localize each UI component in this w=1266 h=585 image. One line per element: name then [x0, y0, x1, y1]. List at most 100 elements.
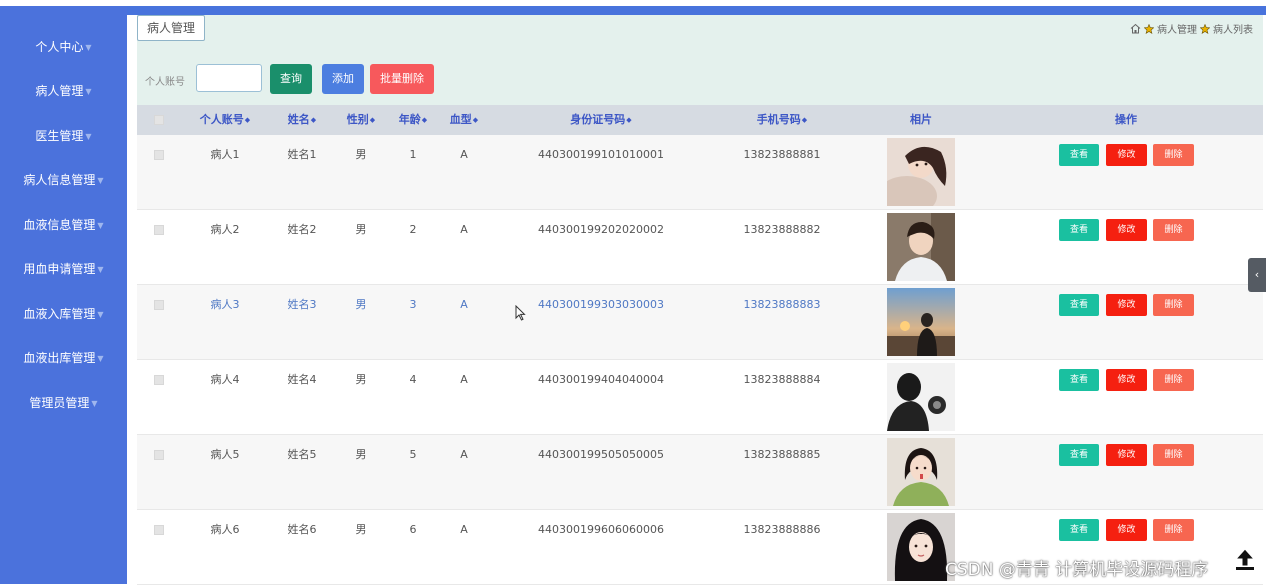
- photo-girl-lying[interactable]: [887, 138, 955, 206]
- sidebar-item-blood-info[interactable]: 血液信息管理 ▼: [0, 215, 127, 235]
- cell-name: 姓名3: [287, 298, 317, 311]
- cell-blood: A: [460, 373, 468, 386]
- sidebar-item-label: 个人中心: [35, 40, 84, 54]
- view-button[interactable]: 查看: [1059, 519, 1099, 541]
- column-header-gender[interactable]: 性别◆: [341, 105, 381, 135]
- cell-age: 2: [409, 223, 417, 236]
- column-header-actions: 操作: [1115, 113, 1137, 126]
- cell-account: 病人4: [210, 373, 240, 386]
- sort-icon: ◆: [472, 116, 479, 124]
- watermark: CSDN @青青 计算机毕设源码程序: [945, 560, 1209, 580]
- sidebar-item-label: 管理员管理: [29, 396, 90, 410]
- column-header-phone[interactable]: 手机号码◆: [737, 105, 827, 135]
- delete-button[interactable]: 删除: [1153, 219, 1194, 241]
- row-checkbox[interactable]: [154, 375, 164, 385]
- sidebar-item-blood-out[interactable]: 血液出库管理 ▼: [0, 348, 127, 368]
- caret-down-icon: ▼: [85, 132, 92, 141]
- row-checkbox[interactable]: [154, 150, 164, 160]
- cell-name: 姓名6: [287, 523, 317, 536]
- column-header-age[interactable]: 年龄◆: [393, 105, 433, 135]
- sidebar-item-patient-info[interactable]: 病人信息管理 ▼: [0, 170, 127, 190]
- sort-icon: ◆: [801, 116, 808, 124]
- edit-button[interactable]: 修改: [1106, 369, 1147, 391]
- cell-id-card: 440300199101010001: [538, 148, 664, 161]
- sidebar-item-admins[interactable]: 管理员管理 ▼: [0, 393, 127, 413]
- cell-account: 病人5: [210, 448, 240, 461]
- cell-phone: 13823888886: [743, 523, 821, 536]
- photo-sunset-figure[interactable]: [887, 288, 955, 356]
- cell-blood: A: [460, 298, 468, 311]
- breadcrumb-item[interactable]: 病人管理: [1157, 21, 1197, 36]
- home-icon[interactable]: [1130, 23, 1141, 34]
- add-button[interactable]: 添加: [322, 64, 364, 94]
- view-button[interactable]: 查看: [1059, 144, 1099, 166]
- delete-button[interactable]: 删除: [1153, 444, 1194, 466]
- table-row[interactable]: 病人4 姓名4 男 4 A 440300199404040004 1382388…: [137, 360, 1263, 435]
- sidebar-item-label: 血液出库管理: [23, 351, 96, 365]
- column-header-name[interactable]: 姓名◆: [282, 105, 322, 135]
- sidebar-item-patients[interactable]: 病人管理 ▼: [0, 81, 127, 101]
- caret-down-icon: ▼: [85, 43, 92, 52]
- select-all-checkbox[interactable]: [154, 115, 164, 125]
- table-row[interactable]: 病人3 姓名3 男 3 A 440300199303030003 1382388…: [137, 285, 1263, 360]
- sidebar-item-label: 血液入库管理: [23, 307, 96, 321]
- delete-button[interactable]: 删除: [1153, 519, 1194, 541]
- sidebar-item-blood-in[interactable]: 血液入库管理 ▼: [0, 304, 127, 324]
- view-button[interactable]: 查看: [1059, 219, 1099, 241]
- table-row[interactable]: 病人1 姓名1 男 1 A 440300199101010001 1382388…: [137, 135, 1263, 210]
- cell-blood: A: [460, 148, 468, 161]
- cell-id-card: 440300199505050005: [538, 448, 664, 461]
- cell-age: 1: [409, 148, 417, 161]
- star-icon: [1200, 23, 1210, 34]
- cell-gender: 男: [355, 148, 367, 161]
- table-row[interactable]: 病人2 姓名2 男 2 A 440300199202020002 1382388…: [137, 210, 1263, 285]
- cell-phone: 13823888884: [743, 373, 821, 386]
- row-checkbox[interactable]: [154, 525, 164, 535]
- edit-button[interactable]: 修改: [1106, 294, 1147, 316]
- collapse-panel-tab[interactable]: ‹: [1248, 258, 1266, 292]
- photo-girl-green-sweater[interactable]: [887, 438, 955, 506]
- delete-button[interactable]: 删除: [1153, 144, 1194, 166]
- edit-button[interactable]: 修改: [1106, 519, 1147, 541]
- sidebar-item-label: 血液信息管理: [23, 218, 96, 232]
- search-label: 个人账号: [145, 77, 185, 88]
- cell-phone: 13823888885: [743, 448, 821, 461]
- photo-boy-white-jacket[interactable]: [887, 213, 955, 281]
- edit-button[interactable]: 修改: [1106, 219, 1147, 241]
- edit-button[interactable]: 修改: [1106, 144, 1147, 166]
- table-row[interactable]: 病人5 姓名5 男 5 A 440300199505050005 1382388…: [137, 435, 1263, 510]
- delete-button[interactable]: 删除: [1153, 369, 1194, 391]
- sidebar-item-profile[interactable]: 个人中心 ▼: [0, 37, 127, 57]
- sidebar-item-blood-request[interactable]: 用血申请管理 ▼: [0, 259, 127, 279]
- view-button[interactable]: 查看: [1059, 294, 1099, 316]
- cell-id-card: 440300199303030003: [538, 298, 664, 311]
- page-header: 病人管理 病人管理 病人列表 个人账号 查询 添加 批量删除: [137, 15, 1263, 105]
- column-header-id-card[interactable]: 身份证号码◆: [541, 105, 661, 135]
- column-header-blood[interactable]: 血型◆: [444, 105, 484, 135]
- photo-bw-silhouette[interactable]: [887, 363, 955, 431]
- row-checkbox[interactable]: [154, 225, 164, 235]
- breadcrumb-item: 病人列表: [1213, 25, 1253, 36]
- sidebar-item-doctors[interactable]: 医生管理 ▼: [0, 126, 127, 146]
- edit-button[interactable]: 修改: [1106, 444, 1147, 466]
- row-checkbox[interactable]: [154, 300, 164, 310]
- cell-phone: 13823888882: [743, 223, 821, 236]
- column-header-account[interactable]: 个人账号◆: [195, 105, 255, 135]
- view-button[interactable]: 查看: [1059, 444, 1099, 466]
- top-bar: [0, 6, 1266, 15]
- row-checkbox[interactable]: [154, 450, 164, 460]
- cell-name: 姓名4: [287, 373, 317, 386]
- cell-blood: A: [460, 223, 468, 236]
- main-content: 病人管理 病人管理 病人列表 个人账号 查询 添加 批量删除 个人账号◆ 姓名◆…: [137, 15, 1263, 585]
- delete-button[interactable]: 删除: [1153, 294, 1194, 316]
- query-button[interactable]: 查询: [270, 64, 312, 94]
- batch-delete-button[interactable]: 批量删除: [370, 64, 434, 94]
- sort-icon: ◆: [369, 116, 376, 124]
- sort-icon: ◆: [626, 116, 632, 124]
- view-button[interactable]: 查看: [1059, 369, 1099, 391]
- sidebar: 个人中心 ▼ 病人管理 ▼ 医生管理 ▼ 病人信息管理 ▼ 血液信息管理 ▼ 用血申请管理…: [0, 6, 127, 584]
- page-title: 病人管理: [137, 15, 205, 41]
- table-header: 个人账号◆ 姓名◆ 性别◆ 年龄◆ 血型◆ 身份证号码◆ 手机号码◆ 相片 操作: [137, 105, 1263, 135]
- account-search-input[interactable]: [196, 64, 262, 92]
- arrow-up-icon[interactable]: [1234, 547, 1256, 571]
